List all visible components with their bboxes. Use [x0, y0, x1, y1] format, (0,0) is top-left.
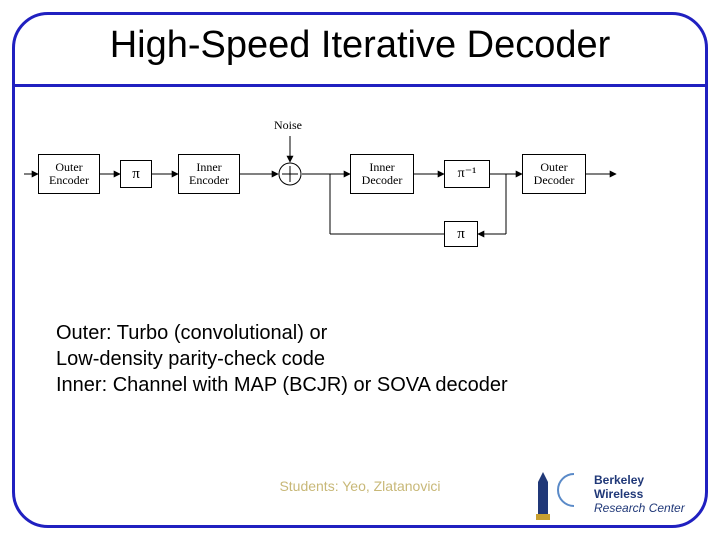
block-outer-decoder: Outer Decoder [522, 154, 586, 194]
block-outer-encoder: Outer Encoder [38, 154, 100, 194]
title-underline [14, 84, 706, 87]
desc-line: Low-density parity-check code [56, 346, 508, 372]
noise-label: Noise [274, 118, 302, 133]
logo-line1: Berkeley Wireless [594, 473, 644, 501]
diagram-wires [24, 116, 696, 276]
block-deinterleaver: π⁻¹ [444, 160, 490, 188]
crescent-icon [556, 472, 592, 508]
block-interleaver: π [120, 160, 152, 188]
block-diagram: Noise Outer Encoder π Inner Encoder Inne… [24, 116, 696, 276]
bwrc-logo: Berkeley Wireless Research Center [534, 468, 694, 520]
desc-line: Outer: Turbo (convolutional) or [56, 320, 508, 346]
block-inner-encoder: Inner Encoder [178, 154, 240, 194]
description-text: Outer: Turbo (convolutional) or Low-dens… [56, 320, 508, 398]
logo-line2: Research Center [594, 501, 685, 515]
desc-line: Inner: Channel with MAP (BCJR) or SOVA d… [56, 372, 508, 398]
campanile-icon [534, 472, 552, 520]
block-inner-decoder: Inner Decoder [350, 154, 414, 194]
block-feedback-interleaver: π [444, 221, 478, 247]
slide-title: High-Speed Iterative Decoder [0, 24, 720, 67]
logo-text: Berkeley Wireless Research Center [594, 474, 694, 515]
